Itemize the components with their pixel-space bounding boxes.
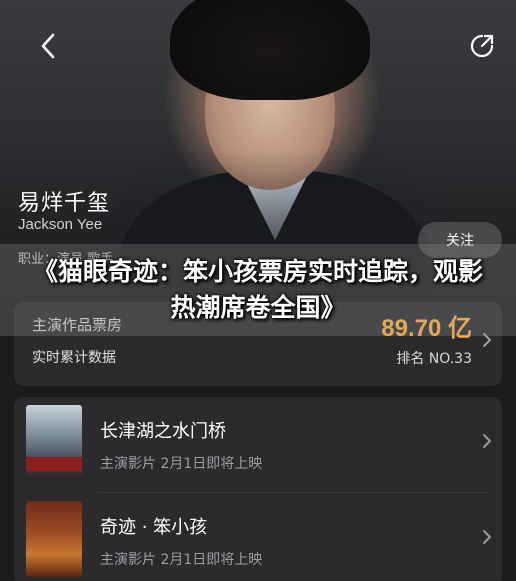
share-button[interactable] [464, 28, 500, 64]
movie-subtitle: 主演影片 2月1日即将上映 [100, 552, 263, 568]
chevron-right-icon [483, 530, 491, 544]
chevron-right-icon [483, 434, 491, 448]
movie-title: 长津湖之水门桥 [100, 421, 226, 442]
movie-subtitle: 主演影片 2月1日即将上映 [100, 456, 263, 472]
movie-item[interactable]: 奇迹 · 笨小孩 主演影片 2月1日即将上映 [14, 493, 502, 581]
actor-english-name: Jackson Yee [18, 216, 103, 233]
article-title-overlay: 《猫眼奇迹：笨小孩票房实时追踪，观影热潮席卷全国》 [0, 244, 516, 336]
movie-item[interactable]: 长津湖之水门桥 主演影片 2月1日即将上映 [14, 397, 502, 493]
box-office-rank: 排名 NO.33 [396, 351, 472, 367]
actor-name: 易烊千玺 [18, 191, 111, 216]
movies-list: 长津湖之水门桥 主演影片 2月1日即将上映 奇迹 · 笨小孩 主演影片 2月1日… [14, 397, 502, 581]
chevron-left-icon [41, 33, 55, 59]
movie-poster [26, 405, 82, 481]
article-title: 《猫眼奇迹：笨小孩票房实时追踪，观影热潮席卷全国》 [32, 257, 483, 322]
actor-hair [170, 0, 370, 100]
realtime-data-label: 实时累计数据 [32, 350, 116, 366]
share-icon [470, 34, 494, 58]
back-button[interactable] [30, 28, 66, 64]
movie-title: 奇迹 · 笨小孩 [100, 517, 208, 538]
movie-poster [26, 501, 82, 577]
